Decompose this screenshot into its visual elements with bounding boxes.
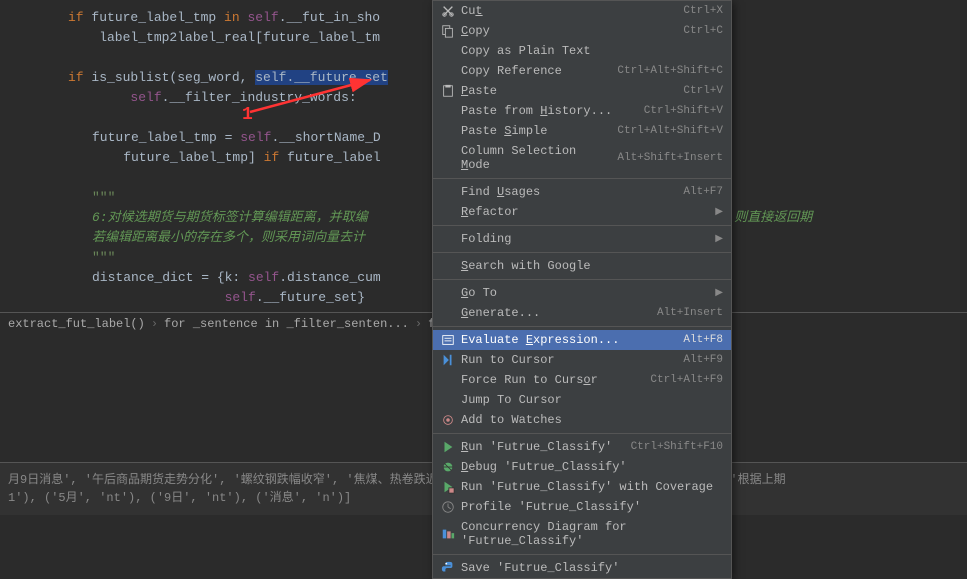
menu-item-label: Copy Reference — [461, 64, 605, 78]
menu-item-column-selection-mode[interactable]: Column Selection Mode Alt+Shift+Insert — [433, 141, 731, 175]
menu-item-save-futrue-classify[interactable]: Save 'Futrue_Classify' — [433, 558, 731, 578]
menu-item-run-futrue-classify-with-coverage[interactable]: Run 'Futrue_Classify' with Coverage — [433, 477, 731, 497]
menu-item-run-to-cursor[interactable]: Run to Cursor Alt+F9 — [433, 350, 731, 370]
menu-shortcut: Ctrl+Shift+V — [644, 105, 723, 117]
menu-item-label: Force Run to Cursor — [461, 373, 638, 387]
annotation-1: 1 — [242, 105, 253, 125]
menu-item-concurrency-diagram-for-futrue-classify[interactable]: Concurrency Diagram for 'Futrue_Classify… — [433, 517, 731, 551]
menu-item-generate[interactable]: Generate... Alt+Insert — [433, 303, 731, 323]
menu-item-label: Jump To Cursor — [461, 393, 723, 407]
profile-icon — [439, 500, 457, 514]
menu-shortcut: Ctrl+Shift+F10 — [631, 441, 723, 453]
concurrency-icon — [439, 527, 457, 541]
menu-item-copy-as-plain-text[interactable]: Copy as Plain Text — [433, 41, 731, 61]
menu-item-jump-to-cursor[interactable]: Jump To Cursor — [433, 390, 731, 410]
menu-item-debug-futrue-classify[interactable]: Debug 'Futrue_Classify' — [433, 457, 731, 477]
menu-item-label: Run to Cursor — [461, 353, 671, 367]
runto-icon — [439, 353, 457, 367]
menu-item-label: Search with Google — [461, 259, 723, 273]
python-icon — [439, 561, 457, 575]
breadcrumb-item[interactable]: for _sentence in _filter_senten... — [164, 317, 409, 331]
menu-item-label: Paste from History... — [461, 104, 632, 118]
breadcrumb-item[interactable]: extract_fut_label() — [8, 317, 145, 331]
menu-shortcut: Ctrl+Alt+Shift+V — [617, 125, 723, 137]
menu-item-evaluate-expression[interactable]: Evaluate Expression... Alt+F8 — [433, 330, 731, 350]
menu-item-refactor[interactable]: Refactor ▶ — [433, 202, 731, 222]
menu-shortcut: Alt+Insert — [657, 307, 723, 319]
menu-item-label: Generate... — [461, 306, 645, 320]
eval-icon — [439, 333, 457, 347]
menu-item-find-usages[interactable]: Find Usages Alt+F7 — [433, 182, 731, 202]
menu-item-paste-from-history[interactable]: Paste from History... Ctrl+Shift+V — [433, 101, 731, 121]
menu-item-label: Profile 'Futrue_Classify' — [461, 500, 723, 514]
menu-shortcut: Ctrl+C — [683, 25, 723, 37]
menu-item-run-futrue-classify[interactable]: Run 'Futrue_Classify' Ctrl+Shift+F10 — [433, 437, 731, 457]
menu-item-label: Run 'Futrue_Classify' with Coverage — [461, 480, 723, 494]
menu-item-paste-simple[interactable]: Paste Simple Ctrl+Alt+Shift+V — [433, 121, 731, 141]
menu-item-cut[interactable]: Cut Ctrl+X — [433, 1, 731, 21]
menu-item-force-run-to-cursor[interactable]: Force Run to Cursor Ctrl+Alt+F9 — [433, 370, 731, 390]
menu-item-add-to-watches[interactable]: Add to Watches — [433, 410, 731, 430]
submenu-arrow-icon: ▶ — [715, 206, 723, 218]
copy-icon — [439, 24, 457, 38]
menu-item-label: Go To — [461, 286, 707, 300]
menu-item-label: Debug 'Futrue_Classify' — [461, 460, 723, 474]
menu-shortcut: Ctrl+Alt+Shift+C — [617, 65, 723, 77]
menu-separator — [433, 433, 731, 434]
menu-item-copy-reference[interactable]: Copy Reference Ctrl+Alt+Shift+C — [433, 61, 731, 81]
debug-icon — [439, 460, 457, 474]
menu-shortcut: Alt+F8 — [683, 334, 723, 346]
menu-item-label: Cut — [461, 4, 671, 18]
chevron-right-icon: › — [415, 317, 422, 331]
submenu-arrow-icon: ▶ — [715, 287, 723, 299]
menu-separator — [433, 225, 731, 226]
context-menu: Cut Ctrl+X Copy Ctrl+C Copy as Plain Text Cop… — [432, 0, 732, 579]
menu-shortcut: Alt+F7 — [683, 186, 723, 198]
menu-separator — [433, 279, 731, 280]
menu-item-paste[interactable]: Paste Ctrl+V — [433, 81, 731, 101]
menu-item-label: Concurrency Diagram for 'Futrue_Classify… — [461, 520, 723, 548]
menu-item-label: Add to Watches — [461, 413, 723, 427]
menu-item-folding[interactable]: Folding ▶ — [433, 229, 731, 249]
menu-shortcut: Alt+Shift+Insert — [617, 152, 723, 164]
cut-icon — [439, 4, 457, 18]
menu-shortcut: Ctrl+V — [683, 85, 723, 97]
menu-item-label: Paste — [461, 84, 671, 98]
menu-item-label: Copy as Plain Text — [461, 44, 723, 58]
menu-shortcut: Ctrl+Alt+F9 — [650, 374, 723, 386]
coverage-icon — [439, 480, 457, 494]
menu-item-label: Copy — [461, 24, 671, 38]
chevron-right-icon: › — [151, 317, 158, 331]
menu-item-go-to[interactable]: Go To ▶ — [433, 283, 731, 303]
menu-shortcut: Alt+F9 — [683, 354, 723, 366]
menu-item-label: Paste Simple — [461, 124, 605, 138]
menu-separator — [433, 252, 731, 253]
menu-item-copy[interactable]: Copy Ctrl+C — [433, 21, 731, 41]
menu-separator — [433, 326, 731, 327]
menu-item-search-with-google[interactable]: Search with Google — [433, 256, 731, 276]
menu-item-label: Save 'Futrue_Classify' — [461, 561, 723, 575]
menu-item-profile-futrue-classify[interactable]: Profile 'Futrue_Classify' — [433, 497, 731, 517]
menu-item-label: Folding — [461, 232, 707, 246]
submenu-arrow-icon: ▶ — [715, 233, 723, 245]
menu-item-label: Evaluate Expression... — [461, 333, 671, 347]
menu-item-label: Find Usages — [461, 185, 671, 199]
menu-shortcut: Ctrl+X — [683, 5, 723, 17]
run-icon — [439, 440, 457, 454]
menu-separator — [433, 178, 731, 179]
watch-icon — [439, 413, 457, 427]
paste-icon — [439, 84, 457, 98]
menu-item-label: Column Selection Mode — [461, 144, 605, 172]
menu-item-label: Refactor — [461, 205, 707, 219]
menu-item-label: Run 'Futrue_Classify' — [461, 440, 619, 454]
